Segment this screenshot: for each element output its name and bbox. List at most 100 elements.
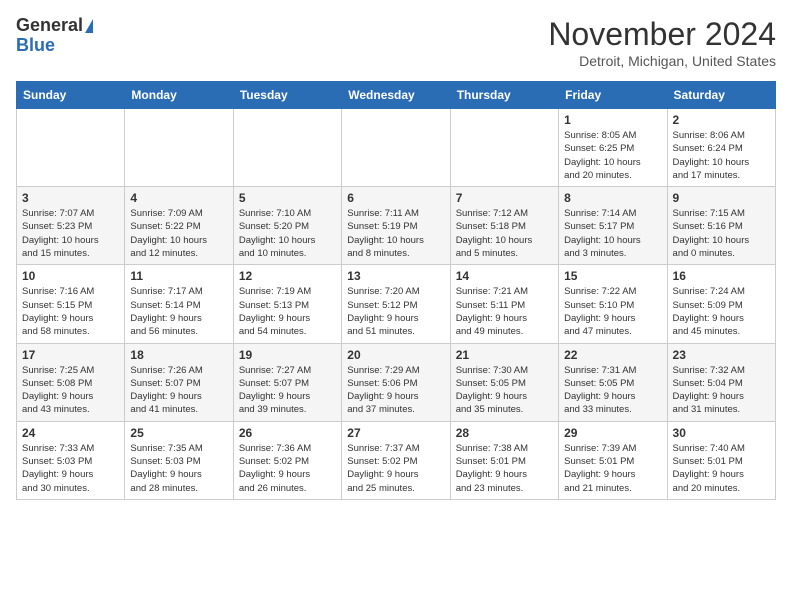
day-info: Sunrise: 7:27 AM Sunset: 5:07 PM Dayligh… [239, 364, 336, 417]
day-cell: 29 Sunrise: 7:39 AM Sunset: 5:01 PM Dayli… [559, 421, 667, 499]
day-info: Sunrise: 7:32 AM Sunset: 5:04 PM Dayligh… [673, 364, 770, 417]
day-cell: 19 Sunrise: 7:27 AM Sunset: 5:07 PM Dayli… [233, 343, 341, 421]
day-info: Sunrise: 7:16 AM Sunset: 5:15 PM Dayligh… [22, 285, 119, 338]
logo: General Blue [16, 16, 93, 56]
day-info: Sunrise: 7:38 AM Sunset: 5:01 PM Dayligh… [456, 442, 553, 495]
day-info: Sunrise: 7:40 AM Sunset: 5:01 PM Dayligh… [673, 442, 770, 495]
day-cell: 20 Sunrise: 7:29 AM Sunset: 5:06 PM Dayli… [342, 343, 450, 421]
col-header-sunday: Sunday [17, 82, 125, 109]
day-info: Sunrise: 7:12 AM Sunset: 5:18 PM Dayligh… [456, 207, 553, 260]
week-row-3: 10 Sunrise: 7:16 AM Sunset: 5:15 PM Dayli… [17, 265, 776, 343]
day-number: 15 [564, 269, 661, 283]
day-number: 7 [456, 191, 553, 205]
day-cell [125, 109, 233, 187]
day-cell: 15 Sunrise: 7:22 AM Sunset: 5:10 PM Dayli… [559, 265, 667, 343]
day-number: 13 [347, 269, 444, 283]
day-info: Sunrise: 7:31 AM Sunset: 5:05 PM Dayligh… [564, 364, 661, 417]
day-info: Sunrise: 7:39 AM Sunset: 5:01 PM Dayligh… [564, 442, 661, 495]
col-header-monday: Monday [125, 82, 233, 109]
day-cell: 24 Sunrise: 7:33 AM Sunset: 5:03 PM Dayli… [17, 421, 125, 499]
day-info: Sunrise: 7:33 AM Sunset: 5:03 PM Dayligh… [22, 442, 119, 495]
day-cell: 3 Sunrise: 7:07 AM Sunset: 5:23 PM Daylig… [17, 187, 125, 265]
day-number: 5 [239, 191, 336, 205]
day-cell: 4Sunrise: 7:09 AM Sunset: 5:22 PM Daylig… [125, 187, 233, 265]
day-number: 10 [22, 269, 119, 283]
day-number: 6 [347, 191, 444, 205]
day-number: 23 [673, 348, 770, 362]
day-cell: 23 Sunrise: 7:32 AM Sunset: 5:04 PM Dayli… [667, 343, 775, 421]
day-cell: 25 Sunrise: 7:35 AM Sunset: 5:03 PM Dayli… [125, 421, 233, 499]
day-cell: 27Sunrise: 7:37 AM Sunset: 5:02 PM Dayli… [342, 421, 450, 499]
day-cell: 6 Sunrise: 7:11 AM Sunset: 5:19 PM Daylig… [342, 187, 450, 265]
day-cell: 2 Sunrise: 8:06 AM Sunset: 6:24 PM Daylig… [667, 109, 775, 187]
day-cell: 30 Sunrise: 7:40 AM Sunset: 5:01 PM Dayli… [667, 421, 775, 499]
day-number: 22 [564, 348, 661, 362]
day-cell [450, 109, 558, 187]
day-number: 14 [456, 269, 553, 283]
day-info: Sunrise: 7:15 AM Sunset: 5:16 PM Dayligh… [673, 207, 770, 260]
week-row-5: 24 Sunrise: 7:33 AM Sunset: 5:03 PM Dayli… [17, 421, 776, 499]
day-number: 29 [564, 426, 661, 440]
logo-triangle-icon [85, 19, 93, 33]
day-number: 17 [22, 348, 119, 362]
day-cell [233, 109, 341, 187]
title-block: November 2024 Detroit, Michigan, United … [548, 16, 776, 69]
day-number: 25 [130, 426, 227, 440]
week-row-1: 1Sunrise: 8:05 AM Sunset: 6:25 PM Daylig… [17, 109, 776, 187]
week-row-4: 17 Sunrise: 7:25 AM Sunset: 5:08 PM Dayli… [17, 343, 776, 421]
day-cell: 11 Sunrise: 7:17 AM Sunset: 5:14 PM Dayli… [125, 265, 233, 343]
day-number: 30 [673, 426, 770, 440]
day-info: Sunrise: 7:30 AM Sunset: 5:05 PM Dayligh… [456, 364, 553, 417]
calendar-table: SundayMondayTuesdayWednesdayThursdayFrid… [16, 81, 776, 500]
day-number: 3 [22, 191, 119, 205]
day-info: Sunrise: 7:24 AM Sunset: 5:09 PM Dayligh… [673, 285, 770, 338]
day-cell: 16 Sunrise: 7:24 AM Sunset: 5:09 PM Dayli… [667, 265, 775, 343]
day-number: 20 [347, 348, 444, 362]
col-header-friday: Friday [559, 82, 667, 109]
day-cell [17, 109, 125, 187]
day-number: 9 [673, 191, 770, 205]
day-info: Sunrise: 7:36 AM Sunset: 5:02 PM Dayligh… [239, 442, 336, 495]
day-info: Sunrise: 7:10 AM Sunset: 5:20 PM Dayligh… [239, 207, 336, 260]
day-info: Sunrise: 7:22 AM Sunset: 5:10 PM Dayligh… [564, 285, 661, 338]
day-cell: 12 Sunrise: 7:19 AM Sunset: 5:13 PM Dayli… [233, 265, 341, 343]
day-info: Sunrise: 7:07 AM Sunset: 5:23 PM Dayligh… [22, 207, 119, 260]
day-cell: 7 Sunrise: 7:12 AM Sunset: 5:18 PM Daylig… [450, 187, 558, 265]
calendar-header-row: SundayMondayTuesdayWednesdayThursdayFrid… [17, 82, 776, 109]
day-cell: 18Sunrise: 7:26 AM Sunset: 5:07 PM Dayli… [125, 343, 233, 421]
day-info: Sunrise: 8:05 AM Sunset: 6:25 PM Dayligh… [564, 129, 661, 182]
day-info: Sunrise: 7:19 AM Sunset: 5:13 PM Dayligh… [239, 285, 336, 338]
day-number: 19 [239, 348, 336, 362]
day-info: Sunrise: 7:17 AM Sunset: 5:14 PM Dayligh… [130, 285, 227, 338]
day-number: 4 [130, 191, 227, 205]
day-cell [342, 109, 450, 187]
day-cell: 26Sunrise: 7:36 AM Sunset: 5:02 PM Dayli… [233, 421, 341, 499]
day-number: 11 [130, 269, 227, 283]
day-info: Sunrise: 7:20 AM Sunset: 5:12 PM Dayligh… [347, 285, 444, 338]
day-info: Sunrise: 7:29 AM Sunset: 5:06 PM Dayligh… [347, 364, 444, 417]
day-info: Sunrise: 7:25 AM Sunset: 5:08 PM Dayligh… [22, 364, 119, 417]
day-info: Sunrise: 7:21 AM Sunset: 5:11 PM Dayligh… [456, 285, 553, 338]
col-header-thursday: Thursday [450, 82, 558, 109]
page-header: General Blue November 2024 Detroit, Mich… [16, 16, 776, 69]
day-number: 2 [673, 113, 770, 127]
logo-general-text: General [16, 16, 83, 36]
day-number: 24 [22, 426, 119, 440]
col-header-tuesday: Tuesday [233, 82, 341, 109]
day-number: 12 [239, 269, 336, 283]
day-info: Sunrise: 8:06 AM Sunset: 6:24 PM Dayligh… [673, 129, 770, 182]
day-number: 16 [673, 269, 770, 283]
day-info: Sunrise: 7:35 AM Sunset: 5:03 PM Dayligh… [130, 442, 227, 495]
day-number: 28 [456, 426, 553, 440]
day-info: Sunrise: 7:14 AM Sunset: 5:17 PM Dayligh… [564, 207, 661, 260]
day-cell: 8Sunrise: 7:14 AM Sunset: 5:17 PM Daylig… [559, 187, 667, 265]
day-cell: 17 Sunrise: 7:25 AM Sunset: 5:08 PM Dayli… [17, 343, 125, 421]
day-info: Sunrise: 7:11 AM Sunset: 5:19 PM Dayligh… [347, 207, 444, 260]
day-number: 21 [456, 348, 553, 362]
week-row-2: 3 Sunrise: 7:07 AM Sunset: 5:23 PM Daylig… [17, 187, 776, 265]
location-subtitle: Detroit, Michigan, United States [548, 53, 776, 69]
logo-blue-text: Blue [16, 36, 55, 56]
col-header-saturday: Saturday [667, 82, 775, 109]
day-cell: 21 Sunrise: 7:30 AM Sunset: 5:05 PM Dayli… [450, 343, 558, 421]
day-cell: 9 Sunrise: 7:15 AM Sunset: 5:16 PM Daylig… [667, 187, 775, 265]
